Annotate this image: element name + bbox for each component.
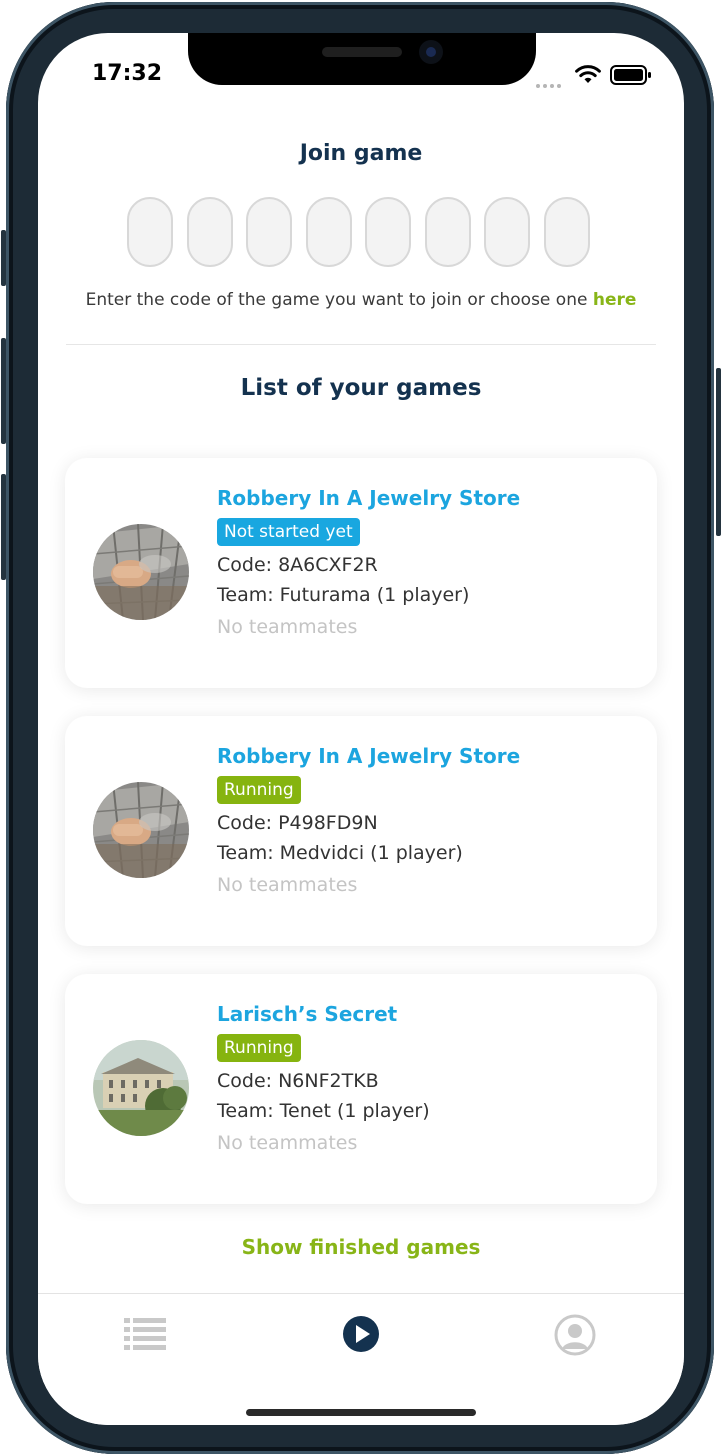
game-thumbnail bbox=[93, 524, 189, 620]
game-card[interactable]: Robbery In A Jewelry Store Not started y… bbox=[65, 458, 657, 688]
game-code: Code: P498FD9N bbox=[217, 812, 378, 834]
camera-icon bbox=[419, 40, 443, 64]
code-slot-6[interactable] bbox=[425, 197, 471, 267]
tab-profile[interactable] bbox=[554, 1314, 596, 1360]
game-card[interactable]: Larisch’s Secret Running Code: N6NF2TKB … bbox=[65, 974, 657, 1204]
side-button-volume-up bbox=[1, 338, 6, 444]
game-teammates: No teammates bbox=[217, 1132, 358, 1154]
code-slot-2[interactable] bbox=[187, 197, 233, 267]
show-finished-games-button[interactable]: Show finished games bbox=[38, 1235, 684, 1259]
tab-bar bbox=[38, 1293, 684, 1425]
status-badge: Running bbox=[217, 776, 301, 804]
side-button-volume-down bbox=[1, 474, 6, 580]
tab-games-list[interactable] bbox=[124, 1314, 168, 1358]
game-code: Code: 8A6CXF2R bbox=[217, 554, 378, 576]
games-list-title: List of your games bbox=[240, 375, 482, 401]
choose-game-link[interactable]: here bbox=[593, 290, 637, 310]
game-team: Team: Futurama (1 player) bbox=[217, 584, 470, 606]
side-button-mute bbox=[1, 230, 6, 286]
join-hint: Enter the code of the game you want to j… bbox=[38, 290, 684, 310]
screen: 17:32 Join game Enter the code of the ga… bbox=[38, 33, 684, 1425]
join-hint-text: Enter the code of the game you want to j… bbox=[85, 290, 593, 310]
game-title: Robbery In A Jewelry Store bbox=[217, 486, 521, 510]
game-teammates: No teammates bbox=[217, 616, 358, 638]
code-slot-8[interactable] bbox=[544, 197, 590, 267]
speaker bbox=[322, 47, 402, 57]
game-thumbnail bbox=[93, 782, 189, 878]
play-icon bbox=[343, 1316, 379, 1352]
game-teammates: No teammates bbox=[217, 874, 358, 896]
game-title: Robbery In A Jewelry Store bbox=[217, 744, 521, 768]
game-card[interactable]: Robbery In A Jewelry Store Running Code:… bbox=[65, 716, 657, 946]
game-title: Larisch’s Secret bbox=[217, 1002, 398, 1026]
list-icon bbox=[124, 1318, 166, 1350]
side-button-power bbox=[716, 368, 721, 536]
tab-play[interactable] bbox=[341, 1314, 381, 1358]
game-card-body: Robbery In A Jewelry Store Running Code:… bbox=[217, 744, 520, 896]
code-slot-5[interactable] bbox=[365, 197, 411, 267]
code-slot-1[interactable] bbox=[127, 197, 173, 267]
game-card-body: Larisch’s Secret Running Code: N6NF2TKB … bbox=[217, 1002, 430, 1154]
cellular-signal-icon bbox=[536, 73, 564, 92]
code-slot-3[interactable] bbox=[246, 197, 292, 267]
notch bbox=[188, 33, 536, 85]
status-badge: Not started yet bbox=[217, 518, 360, 546]
game-team: Team: Medvidci (1 player) bbox=[217, 842, 463, 864]
divider bbox=[66, 344, 656, 345]
status-time: 17:32 bbox=[92, 61, 163, 86]
code-slot-4[interactable] bbox=[306, 197, 352, 267]
battery-icon bbox=[610, 65, 651, 85]
game-code: Code: N6NF2TKB bbox=[217, 1070, 379, 1092]
code-slot-7[interactable] bbox=[484, 197, 530, 267]
game-team: Team: Tenet (1 player) bbox=[217, 1100, 430, 1122]
game-thumbnail bbox=[93, 1040, 189, 1136]
status-icons bbox=[536, 63, 656, 88]
home-indicator bbox=[246, 1409, 476, 1416]
join-game-title: Join game bbox=[299, 141, 423, 166]
profile-icon bbox=[554, 1314, 596, 1356]
game-card-body: Robbery In A Jewelry Store Not started y… bbox=[217, 486, 520, 638]
wifi-icon bbox=[575, 65, 601, 83]
status-badge: Running bbox=[217, 1034, 301, 1062]
